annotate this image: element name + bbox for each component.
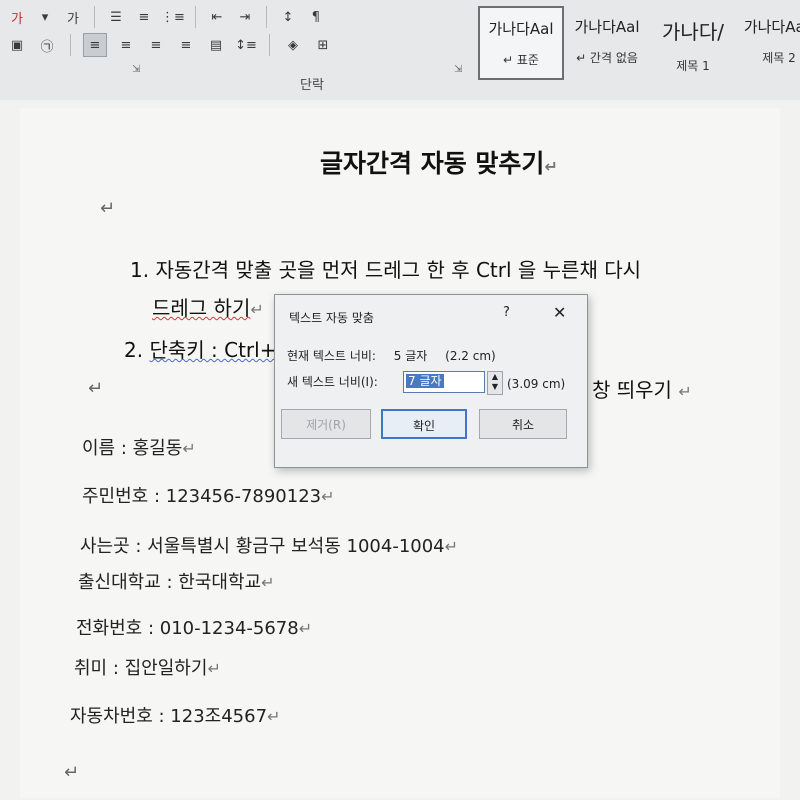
style-label: ↵ 간격 없음 [576, 51, 638, 65]
divider [94, 6, 95, 28]
shading-button[interactable]: ▣ [6, 34, 28, 56]
list-number: 2. [124, 338, 144, 362]
list-item-2: 2. 단축키 : Ctrl+ [124, 334, 276, 363]
field-car-number: 자동차번호 : 123조4567↵ [70, 706, 281, 727]
cancel-button[interactable]: 취소 [479, 409, 567, 439]
paragraph-mark: ↵ [100, 198, 116, 219]
distributed-button[interactable]: ▤ [205, 34, 227, 56]
show-marks-button[interactable]: ¶ [305, 6, 327, 28]
justify-button[interactable]: ≡ [175, 34, 197, 56]
divider [265, 6, 267, 28]
style-normal[interactable]: 가나다Aal ↵ 표준 [478, 6, 564, 80]
font-dialog-launcher-icon[interactable]: ⇲ [132, 64, 140, 75]
numbering-button[interactable]: ≡ [133, 6, 155, 28]
ribbon: 가 ▾ 가 ☰ ≡ ⋮≡ ⇤ ⇥ ↕ ¶ ▣ ㉠ ≡ ≡ ≡ ≡ ▤ ↕≡ ◈ … [0, 0, 800, 101]
new-width-label: 새 텍스트 너비(I): [287, 375, 378, 389]
style-preview: 가나다AaE [743, 18, 800, 36]
paragraph-mark: ↵ [88, 378, 104, 399]
increase-indent-button[interactable]: ⇥ [234, 6, 256, 28]
field-hobby: 취미 : 집안일하기↵ [74, 658, 221, 679]
highlight-button[interactable]: 가 [62, 6, 84, 28]
style-preview: 가나다Aal [574, 18, 640, 36]
new-width-input[interactable]: 7 글자 [403, 371, 485, 393]
new-width-cm: (3.09 cm) [507, 377, 566, 391]
field-address: 사는곳 : 서울특별시 황금구 보석동 1004-1004↵ [80, 536, 459, 557]
list-item-2-end: 창 띄우기 ↵ [592, 378, 692, 402]
align-right-button[interactable]: ≡ [145, 34, 167, 56]
list-item-1-cont: 드레그 하기↵ [152, 296, 264, 320]
field-phone: 전화번호 : 010-1234-5678↵ [76, 618, 313, 639]
bullets-button[interactable]: ☰ [105, 6, 127, 28]
field-name: 이름 : 홍길동↵ [82, 438, 196, 459]
spinner-icon[interactable]: ▲ ▼ [487, 371, 503, 395]
style-heading-2[interactable]: 가나다AaE 제목 2 [736, 6, 800, 76]
font-color-button[interactable]: 가 [6, 6, 28, 28]
list-number: 1. [130, 258, 150, 282]
paragraph-group-label: 단락 [300, 78, 324, 93]
list-item-1: 1. 자동간격 맞출 곳을 먼저 드레그 한 후 Ctrl 을 누른채 다시 [130, 254, 641, 283]
paragraph-mark: ↵ [64, 762, 80, 783]
document-title: 글자간격 자동 맞추기↵ [320, 149, 558, 178]
style-preview: 가나다/ [662, 20, 724, 44]
current-width-row: 현재 텍스트 너비: 5 글자 (2.2 cm) [287, 347, 496, 364]
style-preview: 가나다Aal [488, 20, 554, 38]
divider [70, 34, 71, 56]
list-text: 단축키 : Ctrl+ [149, 338, 277, 362]
help-button[interactable]: ? [503, 305, 510, 320]
dropdown-icon[interactable]: ▾ [34, 6, 56, 28]
list-text: 창 띄우기 [592, 378, 672, 402]
dialog-title: 텍스트 자동 맞춤 [289, 311, 374, 325]
style-label: 제목 2 [762, 51, 796, 65]
ribbon-row-top: 가 ▾ 가 ☰ ≡ ⋮≡ ⇤ ⇥ ↕ ¶ [0, 2, 327, 32]
list-text: 드레그 하기 [152, 296, 251, 320]
styles-gallery: 가나다Aal ↵ 표준 가나다Aal ↵ 간격 없음 가나다/ 제목 1 가나다… [478, 6, 800, 80]
style-no-spacing[interactable]: 가나다Aal ↵ 간격 없음 [564, 6, 650, 76]
sort-button[interactable]: ↕ [277, 6, 299, 28]
style-label: 제목 1 [676, 59, 710, 73]
close-icon[interactable]: ✕ [553, 303, 566, 322]
divider [269, 34, 270, 56]
multilevel-button[interactable]: ⋮≡ [161, 6, 185, 28]
field-university: 출신대학교 : 한국대학교↵ [78, 572, 275, 593]
line-spacing-button[interactable]: ↕≡ [235, 34, 257, 56]
align-center-button[interactable]: ≡ [115, 34, 137, 56]
paragraph-dialog-launcher-icon[interactable]: ⇲ [454, 64, 462, 75]
field-resident-number: 주민번호 : 123456-7890123↵ [82, 486, 335, 507]
remove-button[interactable]: 제거(R) [281, 409, 371, 439]
align-left-button[interactable]: ≡ [83, 33, 107, 57]
enclose-char-button[interactable]: ㉠ [36, 34, 58, 56]
current-width-label: 현재 텍스트 너비: [287, 349, 376, 363]
fill-color-button[interactable]: ◈ [282, 34, 304, 56]
current-width-value: 5 글자 [393, 349, 428, 363]
divider [194, 6, 196, 28]
borders-button[interactable]: ⊞ [312, 34, 334, 56]
style-heading-1[interactable]: 가나다/ 제목 1 [650, 6, 736, 76]
fit-text-dialog: 텍스트 자동 맞춤 ? ✕ 현재 텍스트 너비: 5 글자 (2.2 cm) 새… [274, 294, 588, 468]
current-width-cm: (2.2 cm) [445, 349, 496, 363]
style-label: ↵ 표준 [503, 53, 539, 67]
decrease-indent-button[interactable]: ⇤ [206, 6, 228, 28]
list-text: 자동간격 맞출 곳을 먼저 드레그 한 후 Ctrl 을 누른채 다시 [155, 258, 642, 282]
ribbon-row-bottom: ▣ ㉠ ≡ ≡ ≡ ≡ ▤ ↕≡ ◈ ⊞ [0, 30, 334, 60]
ok-button[interactable]: 확인 [381, 409, 467, 439]
